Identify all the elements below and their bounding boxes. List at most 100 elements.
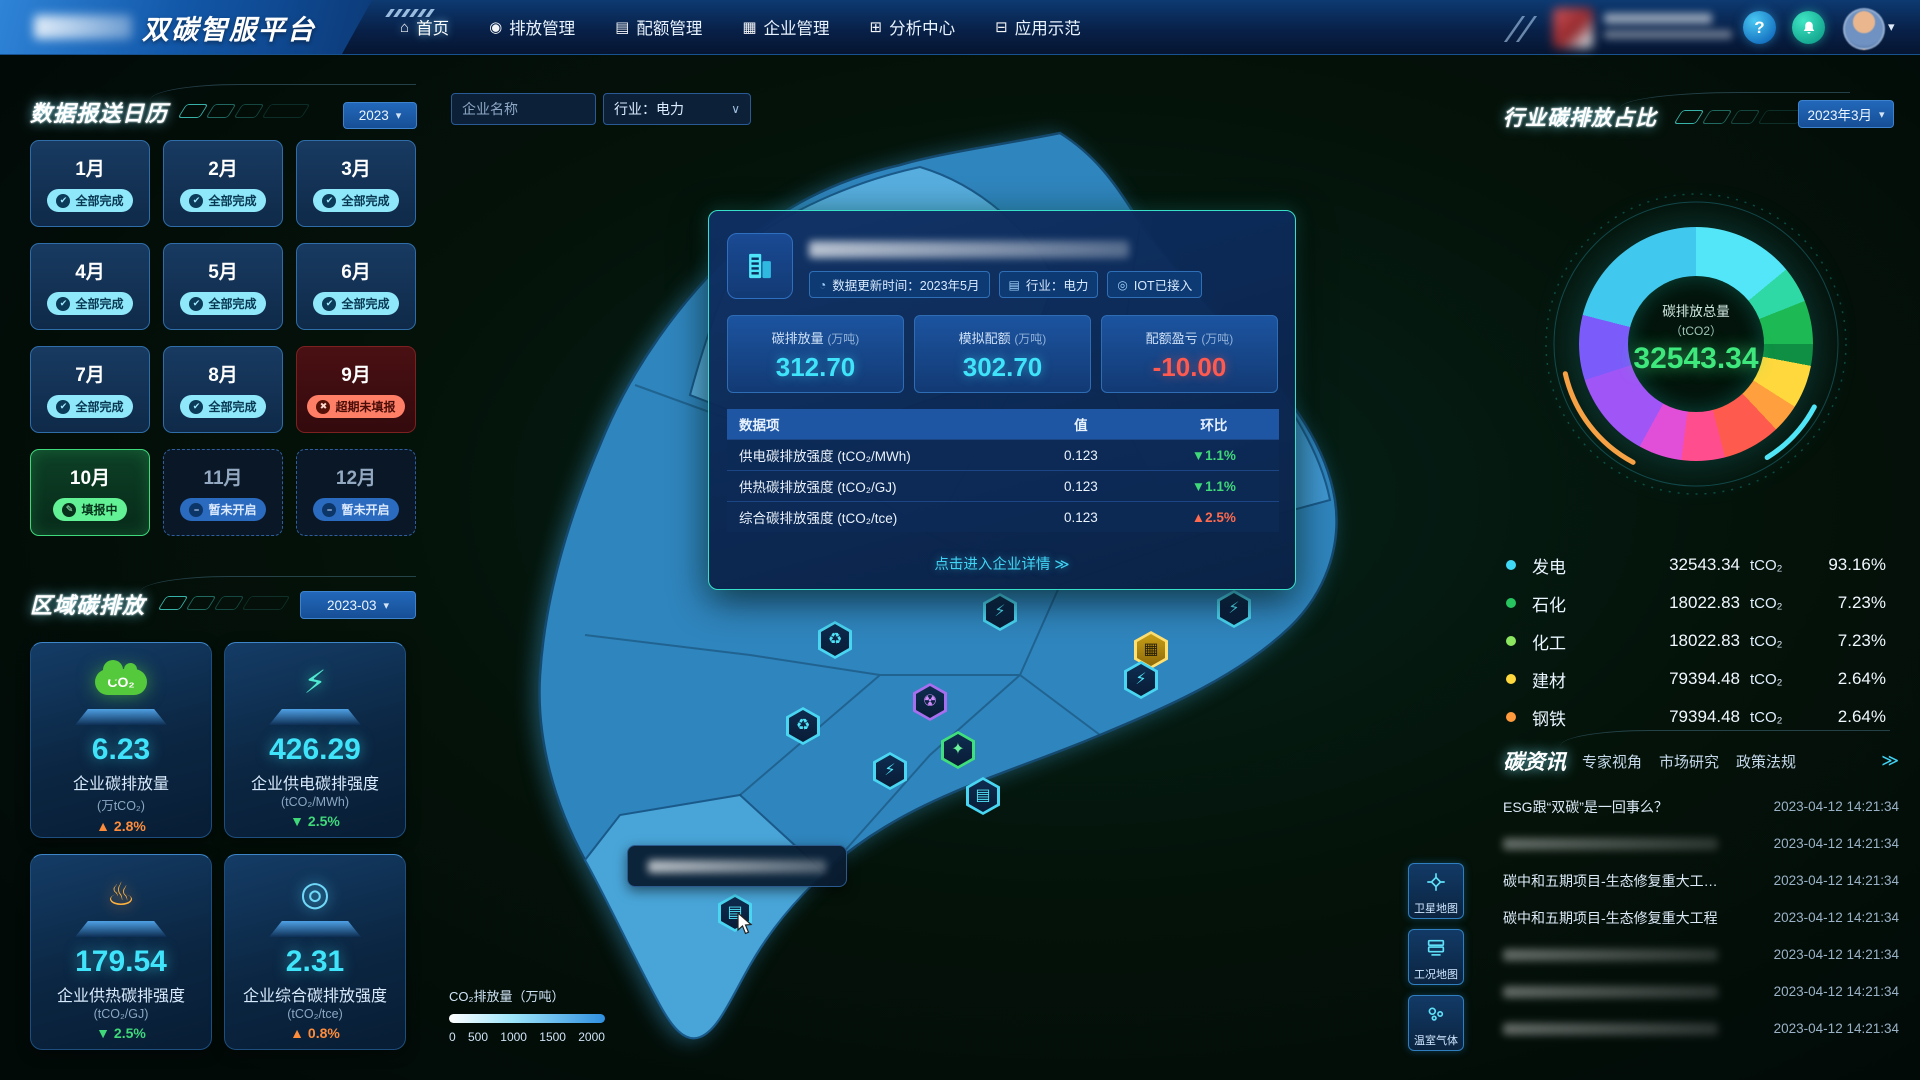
legend-industry-name: 发电 xyxy=(1532,553,1624,578)
news-more-arrow[interactable]: ≫ xyxy=(1881,751,1899,771)
legend-unit: tCO₂ xyxy=(1750,709,1802,726)
notifications-button[interactable] xyxy=(1792,11,1825,44)
company-search-input[interactable] xyxy=(451,93,596,125)
icon-pedestal-decor xyxy=(269,921,361,937)
news-item[interactable]: 碳中和五期项目-生态修复重大工程 2023-04-12 14:21:34 xyxy=(1503,899,1899,936)
calendar-month-card[interactable]: 5月 ✔ 全部完成 xyxy=(163,243,283,330)
news-item[interactable]: 2023-04-12 14:21:34 xyxy=(1503,936,1899,973)
month-label: 2月 xyxy=(164,154,282,181)
news-item[interactable]: 2023-04-12 14:21:34 xyxy=(1503,825,1899,862)
layer-button-label: 温室气体 xyxy=(1409,1032,1463,1048)
co2-gradient-bar xyxy=(449,1014,605,1023)
month-status-text: 全部完成 xyxy=(75,295,123,312)
legend-value: 32543.34 xyxy=(1624,555,1740,575)
marker-icon: ⚡ xyxy=(994,604,1005,620)
nav-item[interactable]: ◉ 排放管理 xyxy=(489,15,575,39)
help-icon: ? xyxy=(1754,18,1764,38)
news-tab[interactable]: 市场研究 xyxy=(1659,751,1719,772)
month-label: 8月 xyxy=(164,360,282,387)
news-tab[interactable]: 政策法规 xyxy=(1736,751,1796,772)
industry-month-select[interactable]: 2023年3月 ▾ xyxy=(1798,100,1894,128)
news-item-title: ESG跟“双碳”是一回事么？ xyxy=(1503,797,1668,817)
gas-molecule-icon xyxy=(1425,1003,1447,1025)
region-month-select[interactable]: 2023-03 ▾ xyxy=(300,591,416,619)
building-icon xyxy=(743,249,777,283)
month-status-icon: ✔ xyxy=(56,297,70,311)
calendar-title-decor xyxy=(182,104,306,118)
nav-item-icon: ◉ xyxy=(489,18,502,36)
legend-dot xyxy=(1506,674,1516,684)
redacted-news-title xyxy=(1503,1023,1718,1035)
nav-item[interactable]: ⌂ 首页 xyxy=(400,15,449,39)
metric-label: 企业碳排放量 xyxy=(31,770,211,794)
server-icon xyxy=(1425,937,1447,959)
redacted-tooltip-text xyxy=(648,860,826,873)
table-row: 综合碳排放强度 (tCO₂/tce) 0.123 ▲2.5% xyxy=(727,502,1279,533)
calendar-month-card[interactable]: 2月 ✔ 全部完成 xyxy=(163,140,283,227)
row-name: 供热碳排放强度 (tCO₂/GJ) xyxy=(727,471,1013,502)
topbar-slashes-decor xyxy=(1513,16,1528,42)
badge-icon: ◎ xyxy=(1117,278,1127,292)
nav-item[interactable]: ▦ 企业管理 xyxy=(742,15,829,39)
nav-item[interactable]: ⊞ 分析中心 xyxy=(870,15,956,39)
calendar-month-card[interactable]: 3月 ✔ 全部完成 xyxy=(296,140,416,227)
news-item[interactable]: 碳中和五期项目-生态修复重大工程... 2023-04-12 14:21:34 xyxy=(1503,862,1899,899)
layer-button-satellite[interactable]: 卫星地图 xyxy=(1408,863,1464,919)
calendar-year-value: 2023 xyxy=(359,108,389,123)
legend-industry-name: 化工 xyxy=(1532,629,1624,654)
calendar-month-card[interactable]: 1月 ✔ 全部完成 xyxy=(30,140,150,227)
calendar-month-card[interactable]: 10月 ✎ 填报中 xyxy=(30,449,150,536)
month-status-badge: ✖ 超期未填报 xyxy=(307,395,404,418)
nav-item[interactable]: ⊟ 应用示范 xyxy=(995,15,1081,39)
month-label: 1月 xyxy=(31,154,149,181)
calendar-month-card[interactable]: 6月 ✔ 全部完成 xyxy=(296,243,416,330)
marker-icon: ♻ xyxy=(796,718,810,734)
layer-button-greenhouse-gas[interactable]: 温室气体 xyxy=(1408,995,1464,1051)
metric-icon: ♨ xyxy=(31,869,211,919)
calendar-month-card[interactable]: 4月 ✔ 全部完成 xyxy=(30,243,150,330)
user-avatar[interactable] xyxy=(1843,8,1885,50)
region-month-value: 2023-03 xyxy=(327,598,377,613)
month-status-text: 暂未开启 xyxy=(341,501,389,518)
industry-filter-select[interactable]: 行业：电力 ∨ xyxy=(603,93,751,125)
co2-legend-label: CO₂排放量（万吨） xyxy=(449,986,605,1005)
month-status-badge: ✔ 全部完成 xyxy=(180,395,265,418)
calendar-panel-title: 数据报送日历 xyxy=(30,96,168,128)
month-status-badge: − 暂未开启 xyxy=(313,498,398,521)
help-button[interactable]: ? xyxy=(1743,11,1776,44)
metric-value: 6.23 xyxy=(31,733,211,767)
legend-industry-name: 石化 xyxy=(1532,591,1624,616)
month-status-badge: ✔ 全部完成 xyxy=(313,189,398,212)
metric-label: 企业综合碳排放强度 xyxy=(225,982,405,1006)
month-status-badge: ✔ 全部完成 xyxy=(47,292,132,315)
enterprise-badge: ▤ 行业：电力 xyxy=(999,271,1099,298)
calendar-year-select[interactable]: 2023 ▾ xyxy=(343,102,417,129)
metric-icon: CO₂ xyxy=(31,657,211,707)
calendar-month-card[interactable]: 9月 ✖ 超期未填报 xyxy=(296,346,416,433)
calendar-month-card[interactable]: 8月 ✔ 全部完成 xyxy=(163,346,283,433)
nav-item[interactable]: ▤ 配额管理 xyxy=(615,15,702,39)
region-title-decor xyxy=(162,596,286,610)
news-item[interactable]: ESG跟“双碳”是一回事么？ 2023-04-12 14:21:34 xyxy=(1503,788,1899,825)
layer-button-operating[interactable]: 工况地图 xyxy=(1408,929,1464,985)
marker-icon: ♻ xyxy=(828,632,842,648)
news-item[interactable]: 2023-04-12 14:21:34 xyxy=(1503,1010,1899,1047)
calendar-month-card[interactable]: 11月 − 暂未开启 xyxy=(163,449,283,536)
row-delta: ▼1.1% xyxy=(1192,448,1236,463)
news-item[interactable]: 2023-04-12 14:21:34 xyxy=(1503,973,1899,1010)
legend-dot xyxy=(1506,598,1516,608)
news-tab[interactable]: 专家视角 xyxy=(1582,751,1642,772)
metric-card: ◎ 2.31 企业综合碳排放强度 (tCO₂/tce) ▲ 0.8% xyxy=(224,854,406,1050)
enterprise-stat-box: 碳排放量 (万吨) 312.70 xyxy=(727,315,904,393)
redacted-enterprise-name xyxy=(809,241,1129,258)
marker-icon: ⚡ xyxy=(884,763,895,779)
month-status-text: 超期未填报 xyxy=(335,398,395,415)
enterprise-detail-link[interactable]: 点击进入企业详情 ≫ xyxy=(709,553,1295,574)
satellite-icon xyxy=(1425,871,1447,893)
month-status-badge: ✎ 填报中 xyxy=(53,498,126,521)
user-menu-caret[interactable]: ▾ xyxy=(1888,19,1895,35)
calendar-month-card[interactable]: 7月 ✔ 全部完成 xyxy=(30,346,150,433)
table-row: 供热碳排放强度 (tCO₂/GJ) 0.123 ▼1.1% xyxy=(727,471,1279,502)
calendar-month-card[interactable]: 12月 − 暂未开启 xyxy=(296,449,416,536)
total-emission-title: 碳排放总量 xyxy=(1596,300,1796,320)
